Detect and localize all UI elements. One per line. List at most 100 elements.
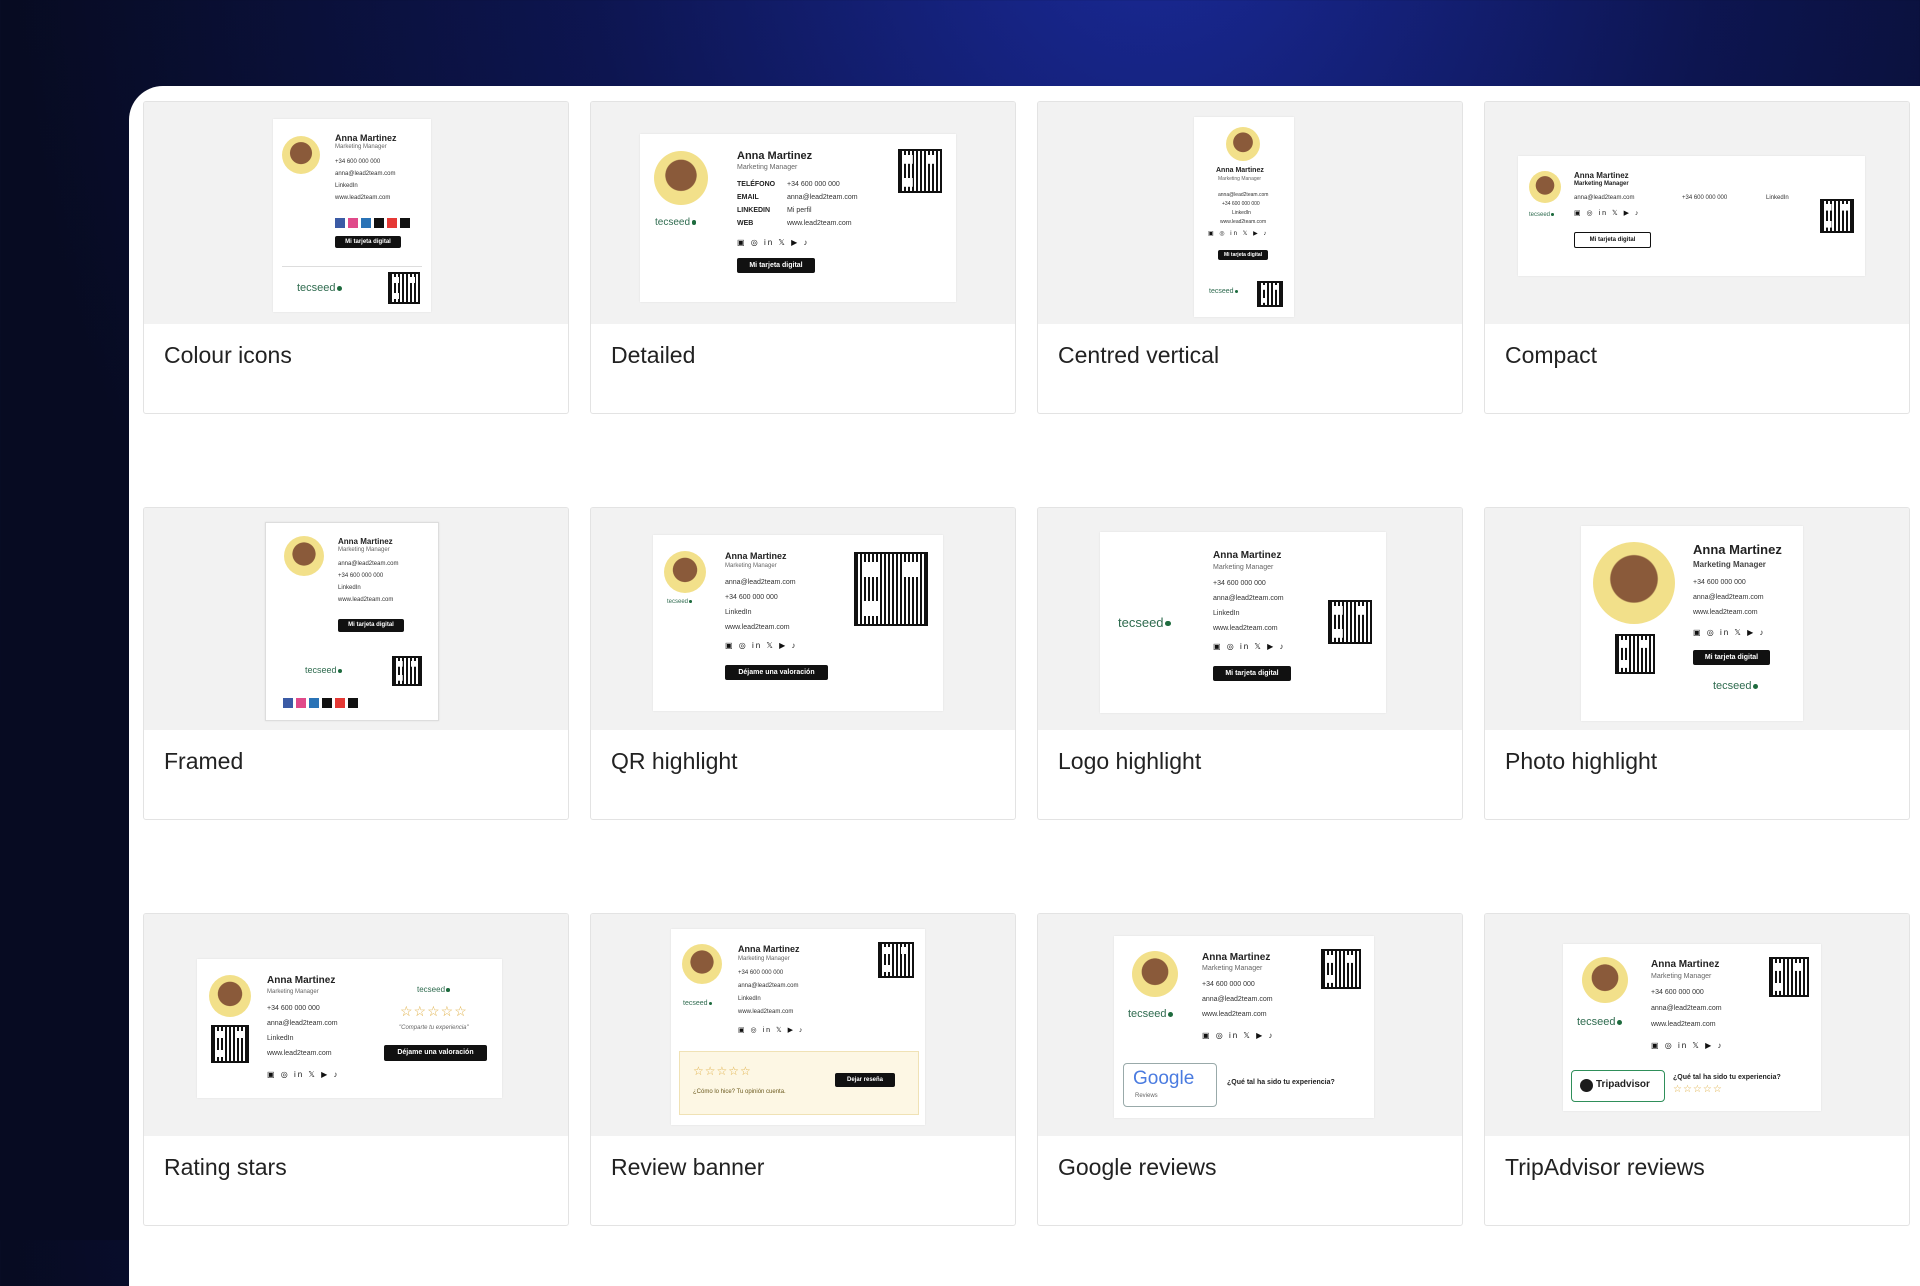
digital-card-button: Mi tarjeta digital	[1218, 250, 1268, 260]
avatar	[1226, 127, 1260, 161]
signature-preview: tecseed Anna Martinez Marketing Manager …	[671, 929, 925, 1125]
company-logo: tecseed	[1209, 288, 1238, 295]
template-card-review-banner[interactable]: tecseed Anna Martinez Marketing Manager …	[590, 913, 1016, 1226]
card-label: Detailed	[611, 342, 696, 368]
sig-email: anna@lead2team.com	[1202, 996, 1273, 1003]
sig-phone: +34 600 000 000	[1693, 579, 1746, 586]
card-label: Review banner	[611, 1154, 765, 1180]
sig-web: www.lead2team.com	[338, 597, 394, 603]
sig-phone: +34 600 000 000	[338, 573, 384, 579]
company-logo: tecseed	[1577, 1016, 1622, 1028]
card-label: Centred vertical	[1058, 342, 1220, 368]
template-card-colour-icons[interactable]: Anna Martinez Marketing Manager +34 600 …	[143, 101, 569, 414]
template-card-rating-stars[interactable]: Anna Martinez Marketing Manager +34 600 …	[143, 913, 569, 1226]
sig-name: Anna Martinez	[1202, 952, 1271, 963]
template-card-compact[interactable]: tecseed Anna Martinez Marketing Manager …	[1484, 101, 1910, 414]
sig-web: www.lead2team.com	[738, 1009, 794, 1015]
card-preview: tecseed Anna Martinez Marketing Manager …	[591, 914, 1015, 1136]
template-card-photo-highlight[interactable]: Anna Martinez Marketing Manager +34 600 …	[1484, 507, 1910, 820]
sig-email: anna@lead2team.com	[1213, 595, 1284, 602]
qr-code	[1257, 281, 1283, 307]
template-card-centred-vertical[interactable]: Anna Martinez Marketing Manager anna@lea…	[1037, 101, 1463, 414]
card-preview: tecseed Anna Martinez Marketing Manager …	[591, 102, 1015, 324]
review-banner: ☆☆☆☆☆ ¿Cómo lo hice? Tu opinión cuenta. …	[679, 1051, 919, 1115]
signature-preview: Anna Martinez Marketing Manager anna@lea…	[1194, 117, 1294, 317]
sig-web: www.lead2team.com	[1202, 1011, 1267, 1018]
sig-role: Marketing Manager	[1574, 181, 1629, 187]
social-icons: ▣ ◎ in 𝕏 ▶ ♪	[725, 641, 798, 650]
card-preview: tecseed Anna Martinez Marketing Manager …	[1485, 914, 1909, 1136]
sig-name: Anna Martinez	[737, 150, 813, 162]
qr-code	[1615, 634, 1655, 674]
social-icons: ▣ ◎ in 𝕏 ▶ ♪	[738, 1027, 805, 1034]
sig-linkedin: LinkedIn	[1213, 610, 1240, 617]
card-label: Compact	[1505, 342, 1598, 368]
social-icons: ▣ ◎ in 𝕏 ▶ ♪	[737, 238, 810, 247]
card-preview: tecseed Anna Martinez Marketing Manager …	[591, 508, 1015, 730]
signature-preview: tecseed Anna Martinez Marketing Manager …	[1563, 944, 1821, 1111]
card-preview: Anna Martinez Marketing Manager +34 600 …	[144, 102, 568, 324]
sig-role: Marketing Manager	[1202, 965, 1263, 972]
qr-code	[1328, 600, 1372, 644]
sig-email: anna@lead2team.com	[267, 1020, 338, 1027]
company-logo: tecseed	[417, 985, 450, 994]
avatar	[654, 151, 708, 205]
social-icons: ▣ ◎ in 𝕏 ▶ ♪	[1202, 1031, 1275, 1040]
sig-web: www.lead2team.com	[725, 624, 790, 631]
signature-preview: tecseed Anna Martinez Marketing Manager …	[1114, 936, 1374, 1118]
social-icons: ▣ ◎ in 𝕏 ▶ ♪	[267, 1070, 340, 1079]
template-card-tripadvisor-reviews[interactable]: tecseed Anna Martinez Marketing Manager …	[1484, 913, 1910, 1226]
sig-role: Marketing Manager	[1651, 973, 1712, 980]
avatar	[664, 551, 706, 593]
banner-stars: ☆☆☆☆☆	[693, 1064, 752, 1078]
signature-preview: tecseed Anna Martinez Marketing Manager …	[1100, 532, 1386, 713]
template-card-google-reviews[interactable]: tecseed Anna Martinez Marketing Manager …	[1037, 913, 1463, 1226]
sig-email: anna@lead2team.com	[738, 983, 799, 989]
google-reviews-badge: Google Reviews	[1123, 1063, 1217, 1107]
review-button: Déjame una valoración	[725, 665, 828, 680]
card-preview: Anna Martinez Marketing Manager anna@lea…	[144, 508, 568, 730]
sig-name: Anna Martinez	[267, 975, 336, 986]
sig-web: www.lead2team.com	[1213, 625, 1278, 632]
sig-name: Anna Martinez	[1213, 550, 1282, 561]
card-label: Google reviews	[1058, 1154, 1217, 1180]
sig-phone: +34 600 000 000	[1222, 201, 1260, 207]
template-card-detailed[interactable]: tecseed Anna Martinez Marketing Manager …	[590, 101, 1016, 414]
sig-email: anna@lead2team.com	[787, 194, 858, 201]
sig-role: Marketing Manager	[338, 547, 390, 553]
review-link-button: Dejar reseña	[835, 1073, 895, 1087]
avatar	[682, 944, 722, 984]
avatar	[209, 975, 251, 1017]
sig-role: Marketing Manager	[1693, 560, 1766, 569]
sig-web: www.lead2team.com	[1693, 609, 1758, 616]
label-linkedin: LINKEDIN	[737, 207, 771, 214]
template-card-framed[interactable]: Anna Martinez Marketing Manager anna@lea…	[143, 507, 569, 820]
social-icons: ▣ ◎ in 𝕏 ▶ ♪	[1208, 231, 1269, 237]
qr-code	[1820, 199, 1854, 233]
sig-web: www.lead2team.com	[335, 195, 391, 201]
card-preview: Anna Martinez Marketing Manager anna@lea…	[1038, 102, 1462, 324]
sig-role: Marketing Manager	[1218, 176, 1262, 182]
avatar	[282, 136, 320, 174]
card-label: Framed	[164, 748, 244, 774]
sig-linkedin: LinkedIn	[267, 1035, 294, 1042]
label-web: WEB	[737, 220, 754, 227]
sig-role: Marketing Manager	[1213, 564, 1274, 571]
sig-linkedin: LinkedIn	[725, 609, 752, 616]
qr-code	[211, 1025, 249, 1063]
google-logo: Google	[1133, 1068, 1195, 1089]
label-phone: TELÉFONO	[737, 181, 776, 188]
sig-linkedin: LinkedIn	[1766, 195, 1789, 201]
card-preview: Anna Martinez Marketing Manager +34 600 …	[144, 914, 568, 1136]
template-card-logo-highlight[interactable]: tecseed Anna Martinez Marketing Manager …	[1037, 507, 1463, 820]
signature-preview: Anna Martinez Marketing Manager +34 600 …	[197, 959, 502, 1098]
digital-card-button: Mi tarjeta digital	[1574, 232, 1651, 248]
sig-web: www.lead2team.com	[267, 1050, 332, 1057]
sig-role: Marketing Manager	[267, 989, 319, 995]
card-preview: tecseed Anna Martinez Marketing Manager …	[1038, 508, 1462, 730]
template-card-qr-highlight[interactable]: tecseed Anna Martinez Marketing Manager …	[590, 507, 1016, 820]
signature-preview: tecseed Anna Martinez Marketing Manager …	[1518, 156, 1865, 276]
sig-phone: +34 600 000 000	[1651, 989, 1704, 996]
avatar	[284, 536, 324, 576]
sig-profile: Mi perfil	[787, 207, 812, 214]
